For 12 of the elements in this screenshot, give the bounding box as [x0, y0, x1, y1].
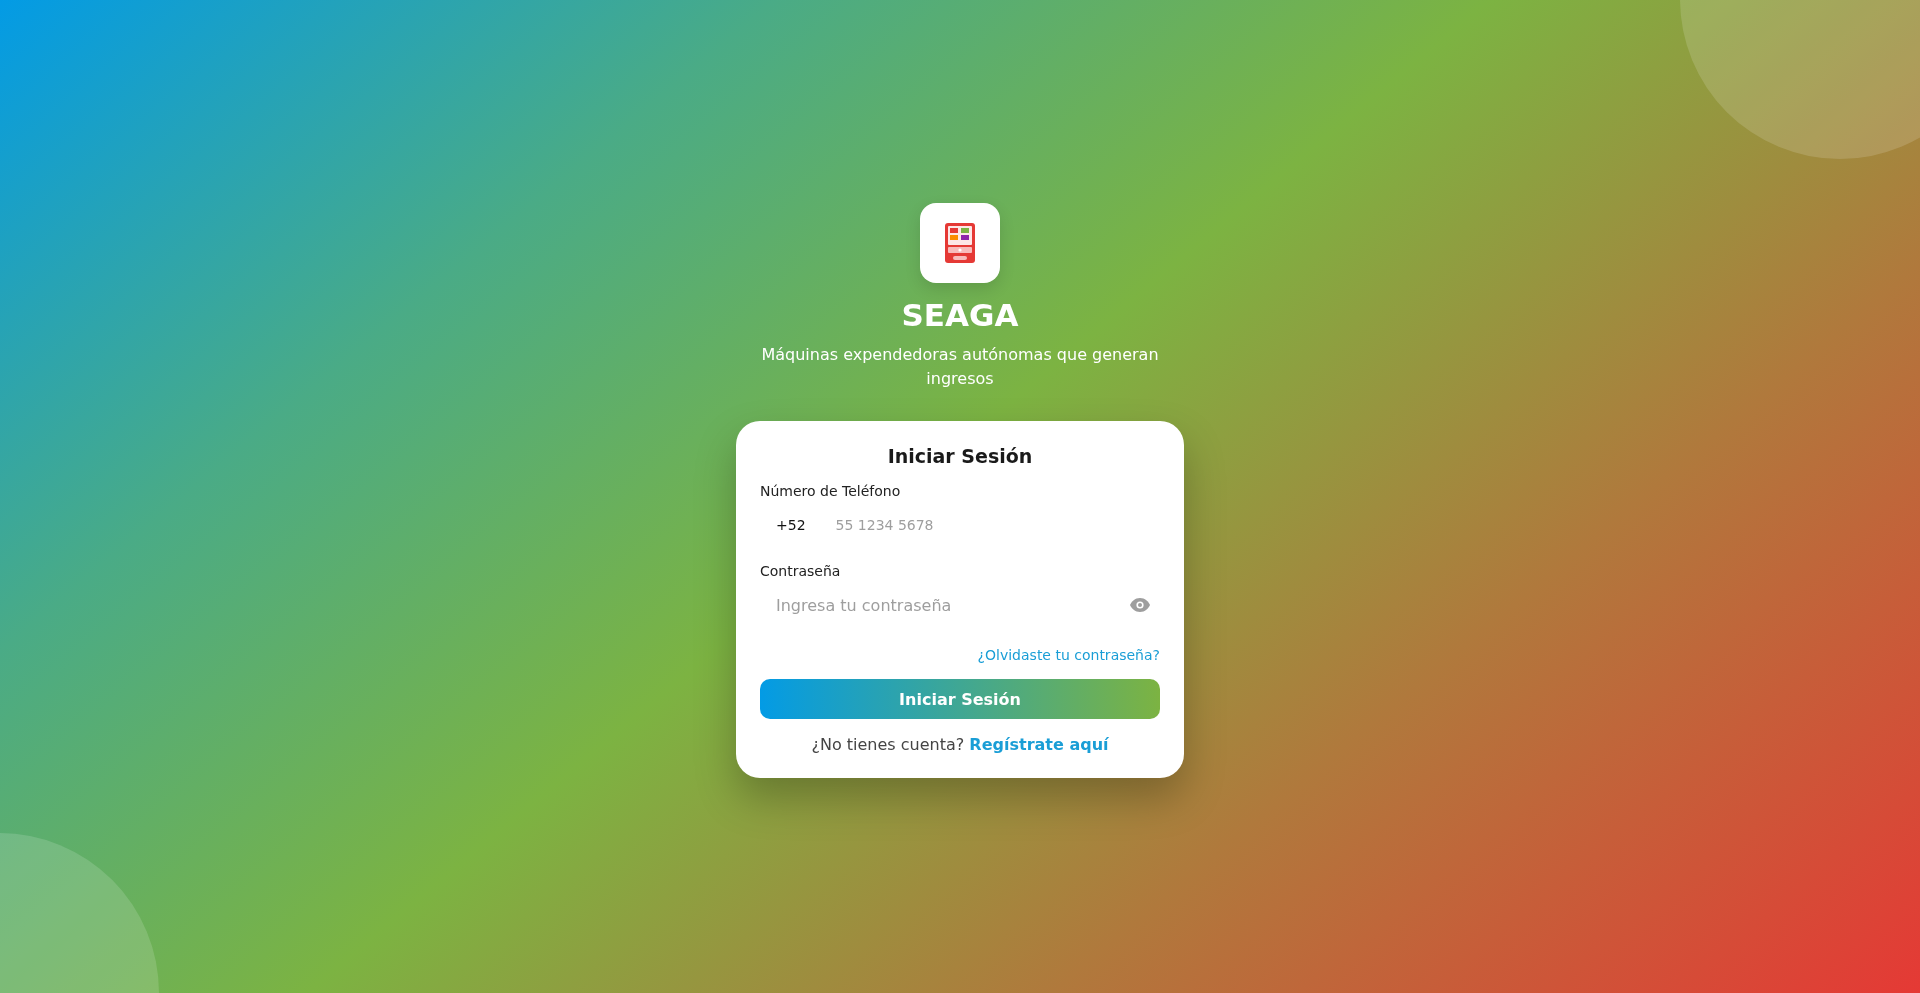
signup-prompt: ¿No tienes cuenta? Regístrate aquí [810, 735, 1110, 754]
vending-machine-icon [945, 223, 975, 263]
password-label: Contraseña [760, 563, 842, 579]
signup-link[interactable]: Regístrate aquí [969, 735, 1109, 754]
brand-name: SEAGA [901, 297, 1019, 333]
country-code: +52 [775, 517, 807, 533]
login-button[interactable]: Iniciar Sesión [760, 679, 1160, 719]
forgot-password-link[interactable]: ¿Olvidaste tu contraseña? [977, 647, 1160, 663]
eye-icon[interactable] [1130, 598, 1150, 612]
phone-label: Número de Teléfono [760, 483, 902, 499]
card-title: Iniciar Sesión [886, 445, 1034, 467]
tagline: Máquinas expendedoras autónomas que generan ingresos [760, 344, 1160, 390]
